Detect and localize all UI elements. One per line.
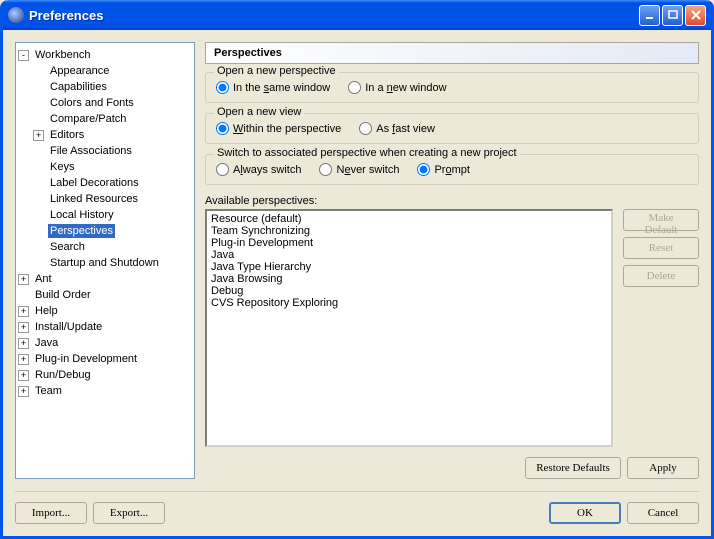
tree-node-label: Help: [33, 304, 60, 318]
tree-node[interactable]: + Install/Update: [18, 319, 192, 335]
window-title: Preferences: [29, 8, 639, 23]
tree-node-label: Colors and Fonts: [48, 96, 136, 110]
expand-icon[interactable]: +: [18, 370, 29, 381]
expand-icon[interactable]: +: [18, 338, 29, 349]
tree-node-label: Label Decorations: [48, 176, 141, 190]
expand-icon[interactable]: +: [18, 386, 29, 397]
tree-node[interactable]: Capabilities: [33, 79, 192, 95]
apply-button[interactable]: Apply: [627, 457, 699, 479]
titlebar[interactable]: Preferences: [3, 0, 711, 30]
tree-node[interactable]: Appearance: [33, 63, 192, 79]
list-item[interactable]: Java Type Hierarchy: [211, 261, 607, 273]
tree-node-label: Local History: [48, 208, 116, 222]
tree-node-label: Linked Resources: [48, 192, 140, 206]
available-perspectives-label: Available perspectives:: [205, 195, 699, 207]
expand-icon[interactable]: +: [18, 354, 29, 365]
radio-fast-view[interactable]: As fast view: [359, 122, 435, 135]
tree-node[interactable]: Compare/Patch: [33, 111, 192, 127]
list-item[interactable]: Java: [211, 249, 607, 261]
tree-node-label: Java: [33, 336, 60, 350]
list-item[interactable]: Resource (default): [211, 213, 607, 225]
export-button[interactable]: Export...: [93, 502, 165, 524]
tree-node-workbench[interactable]: - Workbench: [18, 47, 192, 63]
tree-node[interactable]: + Ant: [18, 271, 192, 287]
minimize-button[interactable]: [639, 5, 660, 26]
tree-node-label: Install/Update: [33, 320, 104, 334]
tree-node-label: Search: [48, 240, 87, 254]
tree-node[interactable]: Startup and Shutdown: [33, 255, 192, 271]
group-open-view: Open a new view Within the perspective A…: [205, 113, 699, 144]
tree-node-label: Compare/Patch: [48, 112, 128, 126]
tree-node[interactable]: Keys: [33, 159, 192, 175]
list-item[interactable]: Team Synchronizing: [211, 225, 607, 237]
restore-defaults-button[interactable]: Restore Defaults: [525, 457, 621, 479]
radio-always-switch[interactable]: Always switch: [216, 163, 301, 176]
tree-node[interactable]: + Java: [18, 335, 192, 351]
list-item[interactable]: Java Browsing: [211, 273, 607, 285]
tree-node-label: Keys: [48, 160, 76, 174]
close-button[interactable]: [685, 5, 706, 26]
delete-button[interactable]: Delete: [623, 265, 699, 287]
tree-node-label: Plug-in Development: [33, 352, 139, 366]
tree-node-label: Run/Debug: [33, 368, 93, 382]
tree-node[interactable]: Linked Resources: [33, 191, 192, 207]
radio-prompt[interactable]: Prompt: [417, 163, 469, 176]
expand-icon[interactable]: +: [18, 322, 29, 333]
radio-never-switch[interactable]: Never switch: [319, 163, 399, 176]
tree-node[interactable]: Build Order: [18, 287, 192, 303]
eclipse-icon: [8, 7, 24, 23]
tree-node[interactable]: Colors and Fonts: [33, 95, 192, 111]
tree-node-label: Appearance: [48, 64, 111, 78]
tree-node[interactable]: Local History: [33, 207, 192, 223]
maximize-button[interactable]: [662, 5, 683, 26]
tree-node[interactable]: + Team: [18, 383, 192, 399]
tree-node-label: Ant: [33, 272, 54, 286]
perspectives-listbox[interactable]: Resource (default)Team SynchronizingPlug…: [205, 209, 613, 447]
tree-node[interactable]: + Help: [18, 303, 192, 319]
group-switch-perspective: Switch to associated perspective when cr…: [205, 154, 699, 185]
radio-same-window[interactable]: In the same window: [216, 81, 330, 94]
list-item[interactable]: Debug: [211, 285, 607, 297]
list-item[interactable]: Plug-in Development: [211, 237, 607, 249]
make-default-button[interactable]: Make Default: [623, 209, 699, 231]
tree-node[interactable]: + Run/Debug: [18, 367, 192, 383]
tree-node-label: Startup and Shutdown: [48, 256, 161, 270]
collapse-icon[interactable]: -: [18, 50, 29, 61]
radio-new-window[interactable]: In a new window: [348, 81, 446, 94]
list-item[interactable]: CVS Repository Exploring: [211, 297, 607, 309]
tree-node-label: Build Order: [33, 288, 93, 302]
tree-node[interactable]: + Editors: [33, 127, 192, 143]
preferences-tree[interactable]: - Workbench Appearance Capabilities Colors…: [15, 42, 195, 479]
import-button[interactable]: Import...: [15, 502, 87, 524]
tree-node-label: Capabilities: [48, 80, 109, 94]
radio-within-perspective[interactable]: Within the perspective: [216, 122, 341, 135]
preferences-window: Preferences - Workbench Appearance Capabi…: [0, 0, 714, 539]
tree-node[interactable]: Search: [33, 239, 192, 255]
tree-node-label: Perspectives: [48, 224, 115, 238]
expand-icon[interactable]: +: [18, 306, 29, 317]
reset-button[interactable]: Reset: [623, 237, 699, 259]
tree-node-label: Editors: [48, 128, 86, 142]
expand-icon[interactable]: +: [18, 274, 29, 285]
tree-node-label: File Associations: [48, 144, 134, 158]
group-open-perspective: Open a new perspective In the same windo…: [205, 72, 699, 103]
tree-node[interactable]: Label Decorations: [33, 175, 192, 191]
tree-node[interactable]: + Plug-in Development: [18, 351, 192, 367]
tree-node-label: Team: [33, 384, 64, 398]
cancel-button[interactable]: Cancel: [627, 502, 699, 524]
tree-node[interactable]: File Associations: [33, 143, 192, 159]
ok-button[interactable]: OK: [549, 502, 621, 524]
page-title: Perspectives: [205, 42, 699, 64]
tree-node[interactable]: Perspectives: [33, 223, 192, 239]
expand-icon[interactable]: +: [33, 130, 44, 141]
